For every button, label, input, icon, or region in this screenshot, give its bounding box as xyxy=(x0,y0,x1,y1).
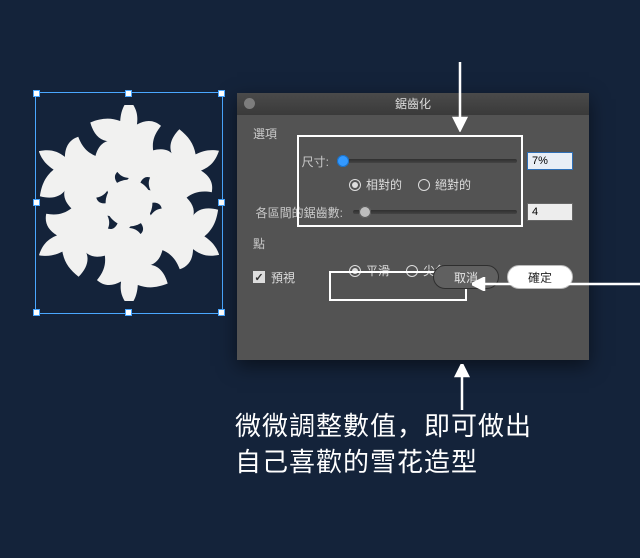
handle-mr[interactable] xyxy=(218,199,225,206)
radio-absolute-label: 絕對的 xyxy=(435,176,471,193)
caption-text: 微微調整數值，即可做出 自己喜歡的雪花造型 xyxy=(235,409,532,481)
ridges-row: 各區間的鋸齒數: xyxy=(253,203,573,221)
size-slider[interactable] xyxy=(339,159,517,163)
ridges-slider-thumb[interactable] xyxy=(359,206,371,218)
dialog-title: 鋸齒化 xyxy=(395,97,431,111)
radio-icon xyxy=(349,179,361,191)
ridges-label: 各區間的鋸齒數: xyxy=(253,204,353,221)
handle-tr[interactable] xyxy=(218,90,225,97)
handle-br[interactable] xyxy=(218,309,225,316)
handle-bl[interactable] xyxy=(33,309,40,316)
radio-relative[interactable]: 相對的 xyxy=(349,176,402,193)
ridges-slider[interactable] xyxy=(353,210,517,214)
ridges-value-input[interactable] xyxy=(527,203,573,221)
section-points-label: 點 xyxy=(253,235,573,252)
handle-tl[interactable] xyxy=(33,90,40,97)
arrow-down-icon xyxy=(450,62,470,132)
size-slider-thumb[interactable] xyxy=(337,155,349,167)
size-mode-radios: 相對的 絕對的 xyxy=(349,176,573,193)
size-value-input[interactable] xyxy=(527,152,573,170)
arrow-left-icon xyxy=(472,277,640,291)
caption-line2: 自己喜歡的雪花造型 xyxy=(235,445,532,481)
radio-absolute[interactable]: 絕對的 xyxy=(418,176,471,193)
snowflake-shape xyxy=(39,105,219,301)
handle-tm[interactable] xyxy=(125,90,132,97)
check-icon: ✓ xyxy=(253,271,265,283)
dialog-titlebar[interactable]: 鋸齒化 xyxy=(237,93,589,115)
section-options-label: 選項 xyxy=(253,125,573,142)
close-icon[interactable] xyxy=(244,98,255,109)
zigzag-dialog: 鋸齒化 選項 尺寸: 相對的 絕對的 各區間的鋸齒數: xyxy=(237,93,589,360)
preview-checkbox[interactable]: ✓ 預視 xyxy=(253,269,295,286)
radio-icon xyxy=(418,179,430,191)
handle-bm[interactable] xyxy=(125,309,132,316)
size-label: 尺寸: xyxy=(253,153,339,170)
preview-label: 預視 xyxy=(271,269,295,286)
arrow-up-icon xyxy=(452,364,472,410)
size-row: 尺寸: xyxy=(253,152,573,170)
caption-line1: 微微調整數值，即可做出 xyxy=(235,409,532,445)
radio-relative-label: 相對的 xyxy=(366,176,402,193)
canvas-selection xyxy=(36,93,222,313)
